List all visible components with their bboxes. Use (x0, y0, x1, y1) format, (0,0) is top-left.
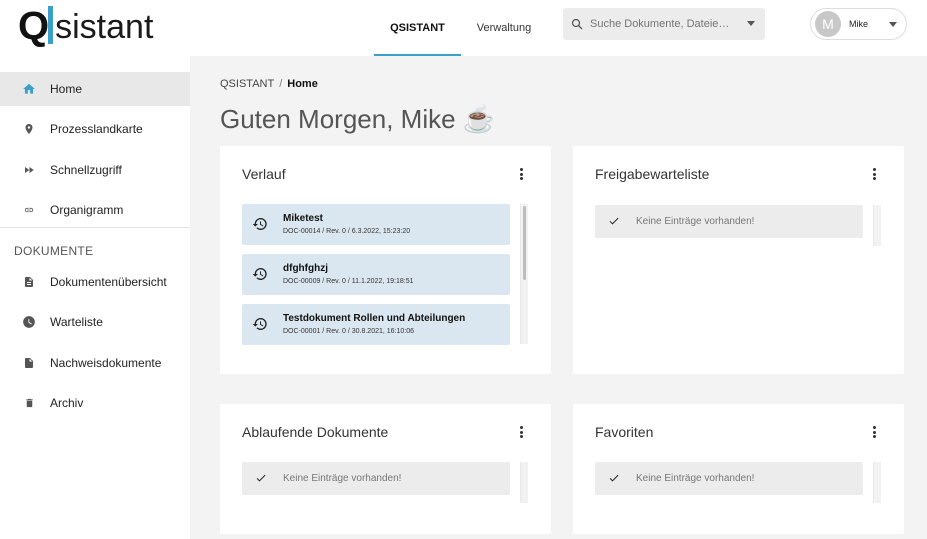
item-title: Miketest (283, 213, 324, 224)
sidebar-section-title: DOKUMENTE (14, 244, 94, 258)
clock-icon (22, 315, 36, 329)
sidebar-item-label: Home (50, 82, 83, 96)
check-icon (609, 474, 619, 482)
breadcrumb: QSISTANT / Home (220, 78, 318, 90)
history-icon (252, 317, 267, 330)
sidebar-item-warteliste[interactable]: Warteliste (0, 305, 190, 339)
sidebar-item-label: Nachweisdokumente (50, 356, 162, 370)
more-vert-icon[interactable] (868, 167, 880, 181)
logo-bar (48, 6, 54, 44)
map-pin-icon (22, 122, 36, 136)
card-verlauf: Verlauf Miketest DOC-00014 / Rev. 0 / 6.… (220, 146, 551, 374)
sidebar-item-home[interactable]: Home (0, 72, 190, 106)
sidebar-item-label: Organigramm (50, 203, 124, 217)
tab-qsistant[interactable]: QSISTANT (374, 0, 461, 56)
item-meta: DOC-00014 / Rev. 0 / 6.3.2022, 15:23:20 (283, 228, 411, 235)
scrollbar[interactable] (873, 205, 881, 246)
sidebar-item-label: Dokumentenübersicht (50, 275, 167, 289)
item-meta: DOC-00009 / Rev. 0 / 11.1.2022, 19:18:51 (283, 278, 414, 285)
empty-state: Keine Einträge vorhanden! (242, 462, 510, 495)
item-title: dfghfghzj (283, 263, 328, 274)
sidebar-item-schnellzugriff[interactable]: Schnellzugriff (0, 153, 190, 187)
card-title: Freigabewarteliste (595, 166, 710, 182)
page-title: Guten Morgen, Mike ☕ (220, 104, 496, 134)
empty-state: Keine Einträge vorhanden! (595, 205, 863, 238)
tab-label: Verwaltung (476, 22, 532, 34)
scrollbar-thumb[interactable] (523, 206, 526, 280)
card-title: Verlauf (242, 166, 286, 182)
empty-state: Keine Einträge vorhanden! (595, 462, 863, 495)
breadcrumb-current: Home (287, 78, 318, 90)
scrollbar[interactable] (520, 204, 528, 344)
card-title: Ablaufende Dokumente (242, 424, 389, 440)
search-input[interactable] (590, 18, 750, 30)
empty-text: Keine Einträge vorhanden! (636, 216, 755, 227)
scrollbar[interactable] (520, 462, 528, 503)
card-favoriten: Favoriten Keine Einträge vorhanden! (573, 404, 904, 534)
list-item[interactable]: dfghfghzj DOC-00009 / Rev. 0 / 11.1.2022… (242, 254, 510, 295)
breadcrumb-root[interactable]: QSISTANT (220, 78, 274, 90)
sidebar-item-label: Prozesslandkarte (50, 122, 143, 136)
list-item[interactable]: Miketest DOC-00014 / Rev. 0 / 6.3.2022, … (242, 204, 510, 245)
document-icon (22, 275, 36, 289)
sidebar-item-nachweisdokumente[interactable]: Nachweisdokumente (0, 346, 190, 380)
card-freigabewarteliste: Freigabewarteliste Keine Einträge vorhan… (573, 146, 904, 374)
logo-letter: Q (18, 4, 49, 48)
search-box[interactable] (563, 8, 765, 40)
sidebar-item-organigramm[interactable]: Organigramm (0, 193, 190, 227)
sidebar-divider (0, 227, 190, 228)
list-item[interactable]: Testdokument Rollen und Abteilungen DOC-… (242, 304, 510, 345)
sidebar-item-prozesslandkarte[interactable]: Prozesslandkarte (0, 112, 190, 146)
sidebar: Home Prozesslandkarte Schnellzugriff Org… (0, 56, 190, 539)
top-bar: Q sistant QSISTANT Verwaltung M Mike (0, 0, 927, 56)
sidebar-item-dokumentenuebersicht[interactable]: Dokumentenübersicht (0, 265, 190, 299)
empty-text: Keine Einträge vorhanden! (283, 473, 402, 484)
link-icon (22, 203, 36, 217)
breadcrumb-separator: / (279, 78, 283, 90)
user-name: Mike (849, 19, 869, 29)
user-menu[interactable]: M Mike (810, 8, 907, 40)
app-logo[interactable]: Q sistant (18, 6, 153, 46)
scrollbar[interactable] (873, 462, 881, 503)
check-icon (256, 474, 266, 482)
history-icon (252, 217, 267, 230)
check-icon (609, 217, 619, 225)
sidebar-item-archiv[interactable]: Archiv (0, 386, 190, 420)
chevron-down-icon[interactable] (889, 22, 897, 27)
search-icon (571, 18, 583, 30)
tab-verwaltung[interactable]: Verwaltung (468, 0, 540, 56)
trash-icon (22, 396, 36, 410)
item-title: Testdokument Rollen und Abteilungen (283, 313, 466, 324)
more-vert-icon[interactable] (515, 425, 527, 439)
chevron-down-icon[interactable] (747, 21, 755, 26)
more-vert-icon[interactable] (515, 167, 527, 181)
card-title: Favoriten (595, 424, 654, 440)
avatar: M (815, 11, 841, 37)
history-icon (252, 267, 267, 280)
empty-text: Keine Einträge vorhanden! (636, 473, 755, 484)
tab-label: QSISTANT (390, 22, 445, 34)
file-icon (22, 356, 36, 370)
more-vert-icon[interactable] (868, 425, 880, 439)
fast-forward-icon (22, 163, 36, 177)
logo-wordmark: sistant (55, 8, 154, 46)
home-icon (22, 82, 36, 96)
item-meta: DOC-00001 / Rev. 0 / 30.8.2021, 16:10:06 (283, 328, 415, 335)
sidebar-item-label: Schnellzugriff (50, 163, 122, 177)
card-ablaufende-dokumente: Ablaufende Dokumente Keine Einträge vorh… (220, 404, 551, 534)
sidebar-item-label: Archiv (50, 396, 84, 410)
sidebar-item-label: Warteliste (50, 315, 103, 329)
